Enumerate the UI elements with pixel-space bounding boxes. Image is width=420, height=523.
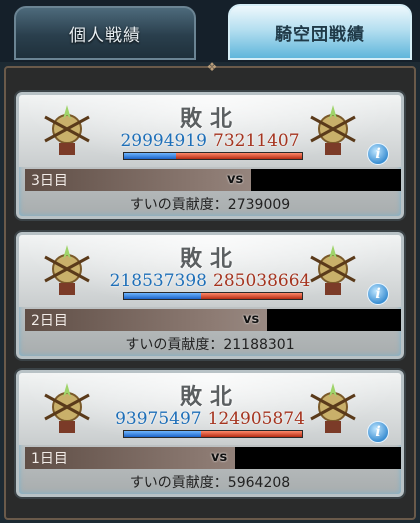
opponent-name-redacted — [267, 309, 401, 331]
own-score: 93975497 — [115, 409, 202, 429]
info-icon[interactable]: i — [367, 421, 389, 443]
battle-card-day2[interactable]: 敗北 218537398 285038664 i 2日目 vs すいの貢献度：2… — [16, 232, 404, 359]
own-score-fill — [124, 431, 201, 437]
day-label: 2日目 — [31, 313, 68, 329]
tab-crew-record[interactable]: 騎空団戦績 — [228, 4, 412, 60]
enemy-score: 73211407 — [213, 131, 300, 151]
score-row: 29994919 73211407 — [19, 131, 401, 151]
vs-label: vs — [227, 172, 244, 187]
enemy-score-fill — [200, 431, 302, 437]
own-score-fill — [124, 153, 176, 159]
score-ratio-bar — [123, 292, 303, 300]
score-ratio-bar — [123, 430, 303, 438]
day-bar: 1日目 vs — [25, 447, 401, 469]
battle-result-label: 敗北 — [179, 385, 240, 410]
battle-result-label: 敗北 — [179, 247, 240, 272]
day-bar: 3日目 vs — [25, 169, 401, 191]
opponent-name-redacted — [251, 169, 401, 191]
tab-personal-record[interactable]: 個人戦績 — [14, 6, 196, 60]
vs-label: vs — [243, 312, 260, 327]
day-label: 3日目 — [31, 173, 68, 189]
contribution-text: すいの貢献度：5964208 — [129, 475, 291, 491]
own-score-fill — [124, 293, 201, 299]
ornament-icon: ❖ — [206, 60, 218, 74]
info-icon[interactable]: i — [367, 143, 389, 165]
enemy-score: 285038664 — [213, 271, 311, 291]
tab-bar: 個人戦績 騎空団戦績 — [0, 0, 420, 62]
own-score: 218537398 — [109, 271, 207, 291]
battle-card-day1[interactable]: 敗北 93975497 124905874 i 1日目 vs すいの貢献度：59… — [16, 370, 404, 497]
score-row: 93975497 124905874 — [19, 409, 401, 429]
info-icon[interactable]: i — [367, 283, 389, 305]
vs-label: vs — [211, 450, 228, 465]
enemy-score-fill — [200, 293, 302, 299]
contribution-text: すいの貢献度：2739009 — [129, 197, 291, 213]
day-label: 1日目 — [31, 451, 68, 467]
day-bar: 2日目 vs — [25, 309, 401, 331]
enemy-score: 124905874 — [207, 409, 305, 429]
own-score: 29994919 — [120, 131, 207, 151]
score-row: 218537398 285038664 — [19, 271, 401, 291]
enemy-score-fill — [175, 153, 302, 159]
battle-result-label: 敗北 — [179, 107, 240, 132]
score-ratio-bar — [123, 152, 303, 160]
contribution-text: すいの貢献度：21188301 — [125, 337, 295, 353]
battle-card-day3[interactable]: 敗北 29994919 73211407 i 3日目 vs すいの貢献度：273… — [16, 92, 404, 219]
opponent-name-redacted — [235, 447, 401, 469]
